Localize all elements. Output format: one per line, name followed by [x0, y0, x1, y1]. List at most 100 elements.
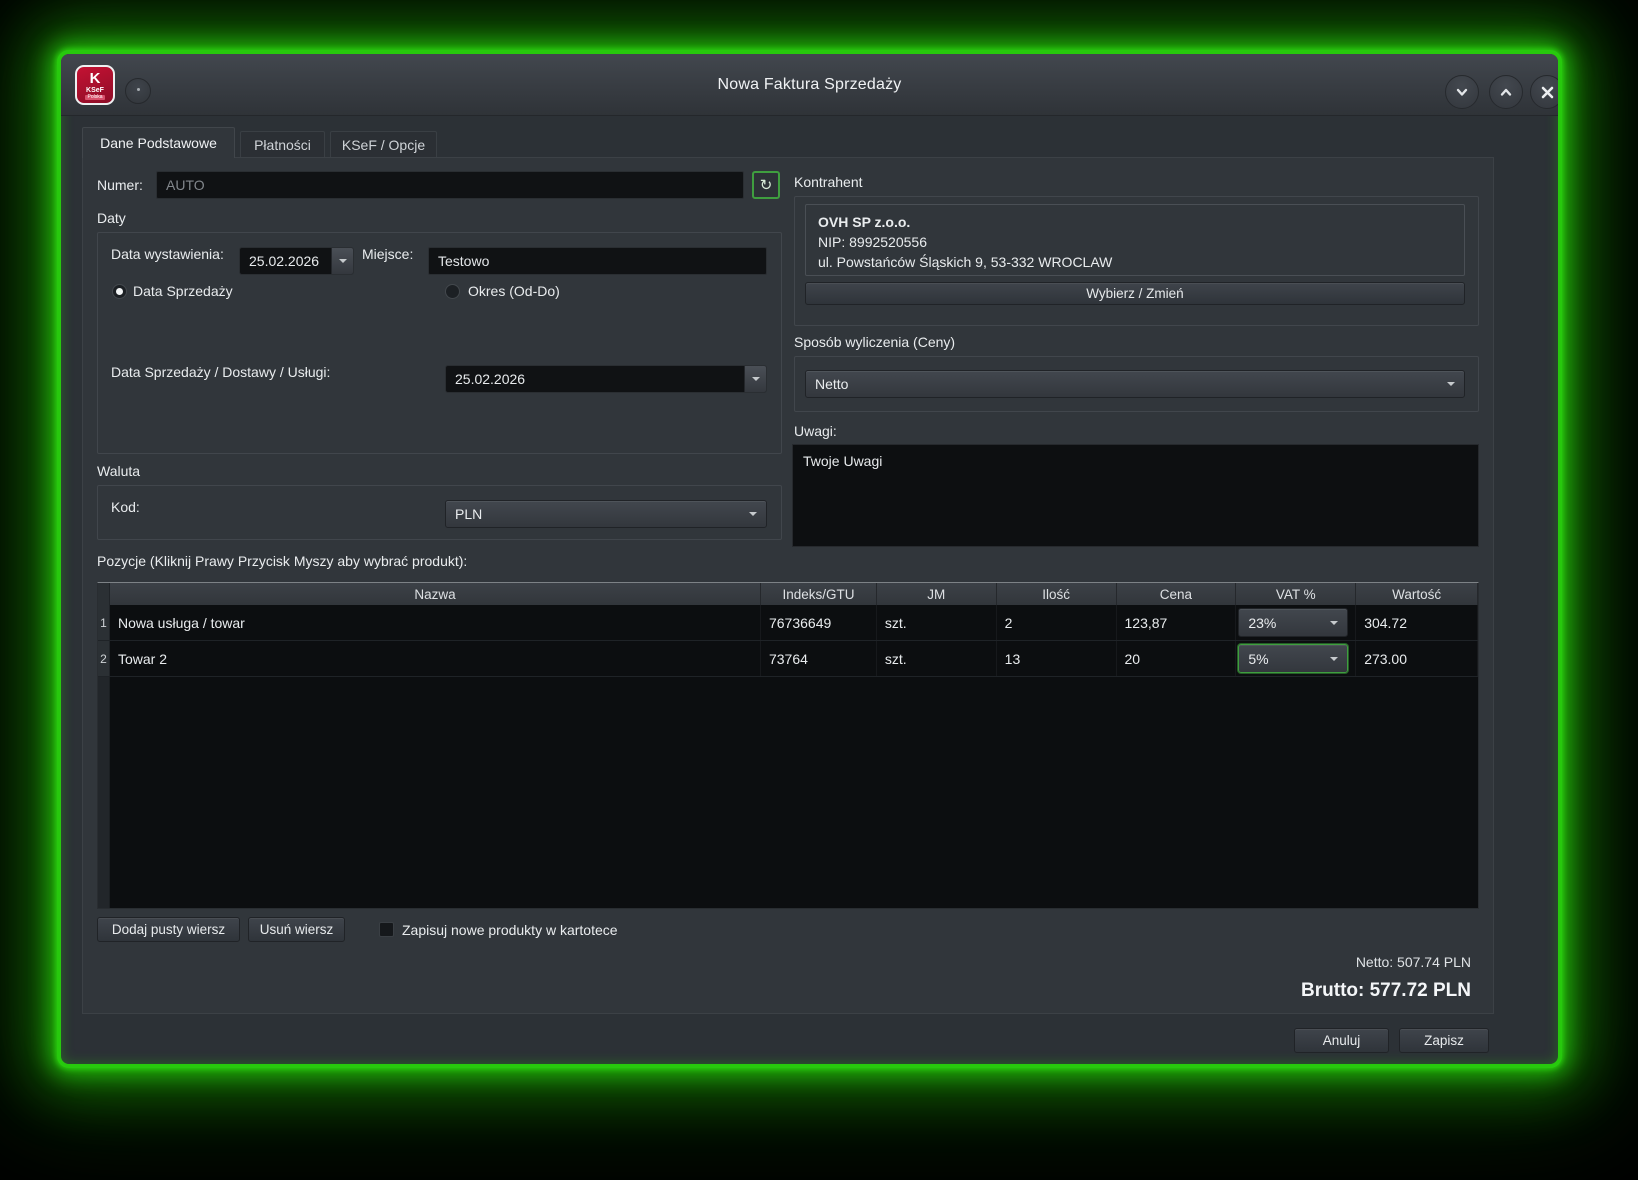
app-icon-letter: K [90, 71, 101, 86]
waluta-group-label: Waluta [97, 463, 140, 479]
miejsce-label: Miejsce: [362, 246, 413, 262]
table-row: 1 Nowa usługa / towar 76736649 szt. 2 12… [98, 605, 1478, 641]
column-header-jm[interactable]: JM [877, 583, 997, 605]
waluta-selected-value: PLN [455, 506, 482, 522]
netto-total: Netto: 507.74 PLN [1356, 954, 1471, 970]
uwagi-label: Uwagi: [794, 423, 837, 439]
radio-data-sprzedazy[interactable] [112, 284, 127, 299]
cell-cena[interactable]: 123,87 [1117, 605, 1237, 640]
table-header-row: Nazwa Indeks/GTU JM Ilość Cena VAT % War… [98, 583, 1478, 605]
save-products-checkbox-label: Zapisuj nowe produkty w kartotece [402, 922, 618, 938]
chevron-down-icon [1447, 382, 1455, 390]
pozycje-table: Nazwa Indeks/GTU JM Ilość Cena VAT % War… [97, 582, 1479, 909]
vat-selected-value: 23% [1248, 615, 1276, 631]
chevron-down-icon [1454, 84, 1470, 100]
column-header-wartosc[interactable]: Wartość [1356, 583, 1478, 605]
kontrahent-info-box: OVH SP z.o.o. NIP: 8992520556 ul. Powsta… [805, 204, 1465, 276]
kod-label: Kod: [111, 499, 140, 515]
add-row-button[interactable]: Dodaj pusty wiersz [97, 917, 240, 942]
cell-ilosc[interactable]: 2 [997, 605, 1117, 640]
cell-cena[interactable]: 20 [1117, 641, 1237, 676]
chevron-down-icon[interactable] [331, 248, 353, 274]
row-number[interactable]: 1 [98, 605, 110, 640]
table-empty-area[interactable] [98, 677, 1478, 908]
data-wystawienia-label: Data wystawienia: [111, 246, 224, 262]
tab-label: KSeF / Opcje [342, 137, 425, 153]
ksef-app-icon: K KSeF Polska [75, 65, 115, 105]
save-products-checkbox[interactable] [379, 922, 394, 937]
sposob-group-label: Sposób wyliczenia (Ceny) [794, 334, 955, 350]
data-sprzedazy-value: 25.02.2026 [446, 371, 534, 387]
tab-ksef-opcje[interactable]: KSeF / Opcje [330, 131, 437, 158]
cell-nazwa[interactable]: Towar 2 [110, 641, 761, 676]
window-menu-button[interactable] [125, 78, 151, 104]
wybierz-zmien-button[interactable]: Wybierz / Zmień [805, 282, 1465, 305]
cell-wartosc[interactable]: 273.00 [1356, 641, 1478, 676]
cell-ilosc[interactable]: 13 [997, 641, 1117, 676]
column-header-ilosc[interactable]: Ilość [997, 583, 1117, 605]
daty-group-label: Daty [97, 210, 126, 226]
kontrahent-nip: NIP: 8992520556 [818, 232, 1452, 252]
kontrahent-address: ul. Powstańców Śląskich 9, 53-332 WROCLA… [818, 252, 1452, 272]
miejsce-input[interactable] [428, 247, 767, 275]
tab-label: Dane Podstawowe [100, 135, 217, 151]
data-sprzedazy-datepicker[interactable]: 25.02.2026 [445, 365, 767, 393]
pozycje-label: Pozycje (Kliknij Prawy Przycisk Myszy ab… [97, 553, 467, 569]
invoice-window: Nowa Faktura Sprzedaży K KSeF Polska Dan… [57, 50, 1562, 1068]
cancel-button[interactable]: Anuluj [1294, 1028, 1389, 1053]
row-number[interactable]: 2 [98, 641, 110, 676]
cell-nazwa[interactable]: Nowa usługa / towar [110, 605, 761, 640]
remove-row-button[interactable]: Usuń wiersz [248, 917, 345, 942]
waluta-select[interactable]: PLN [445, 500, 767, 528]
numer-refresh-button[interactable]: ↻ [752, 171, 780, 199]
numer-label: Numer: [97, 177, 143, 193]
row-number-header [98, 583, 110, 605]
radio-okres-od-do[interactable] [445, 284, 460, 299]
sposob-selected-value: Netto [815, 376, 848, 392]
minimize-button[interactable] [1445, 75, 1479, 109]
column-header-vat[interactable]: VAT % [1236, 583, 1356, 605]
chevron-down-icon [1330, 657, 1338, 665]
maximize-button[interactable] [1489, 75, 1523, 109]
save-button[interactable]: Zapisz [1399, 1028, 1489, 1053]
cell-vat: 5% [1236, 641, 1356, 676]
window-title: Nowa Faktura Sprzedaży [61, 54, 1558, 116]
refresh-icon: ↻ [760, 178, 773, 193]
app-icon-line2: Polska [85, 95, 104, 100]
data-wystawienia-datepicker[interactable]: 25.02.2026 [239, 247, 354, 275]
row-header-gutter [98, 677, 110, 908]
data-wystawienia-value: 25.02.2026 [240, 253, 328, 269]
close-icon [1540, 85, 1555, 100]
cell-jm[interactable]: szt. [877, 641, 997, 676]
chevron-down-icon[interactable] [744, 366, 766, 392]
radio-okres-od-do-label: Okres (Od-Do) [468, 283, 560, 299]
cell-indeks[interactable]: 73764 [761, 641, 877, 676]
chevron-down-icon [1330, 621, 1338, 629]
tab-dane-podstawowe[interactable]: Dane Podstawowe [82, 127, 235, 158]
table-row: 2 Towar 2 73764 szt. 13 20 5% 273.00 [98, 641, 1478, 677]
vat-select[interactable]: 23% [1238, 608, 1348, 637]
cell-vat: 23% [1236, 605, 1356, 640]
column-header-cena[interactable]: Cena [1117, 583, 1237, 605]
cell-indeks[interactable]: 76736649 [761, 605, 877, 640]
column-header-indeks[interactable]: Indeks/GTU [761, 583, 877, 605]
app-icon-line1: KSeF [86, 87, 104, 94]
column-header-nazwa[interactable]: Nazwa [110, 583, 761, 605]
close-button[interactable] [1530, 75, 1562, 109]
brutto-total: Brutto: 577.72 PLN [1301, 980, 1471, 1002]
kontrahent-name: OVH SP z.o.o. [818, 212, 1452, 232]
titlebar: Nowa Faktura Sprzedaży [61, 54, 1558, 116]
cell-wartosc[interactable]: 304.72 [1356, 605, 1478, 640]
sposob-select[interactable]: Netto [805, 370, 1465, 398]
tab-label: Płatności [254, 137, 311, 153]
uwagi-textarea[interactable]: Twoje Uwagi [792, 444, 1479, 547]
cell-jm[interactable]: szt. [877, 605, 997, 640]
data-sprzedazy-label: Data Sprzedaży / Dostawy / Usługi: [111, 364, 330, 380]
radio-data-sprzedazy-label: Data Sprzedaży [133, 283, 233, 299]
numer-input[interactable] [156, 171, 744, 199]
vat-select[interactable]: 5% [1238, 644, 1348, 673]
chevron-down-icon [749, 512, 757, 520]
vat-selected-value: 5% [1248, 651, 1268, 667]
kontrahent-group-label: Kontrahent [794, 174, 863, 190]
tab-platnosci[interactable]: Płatności [240, 131, 325, 158]
